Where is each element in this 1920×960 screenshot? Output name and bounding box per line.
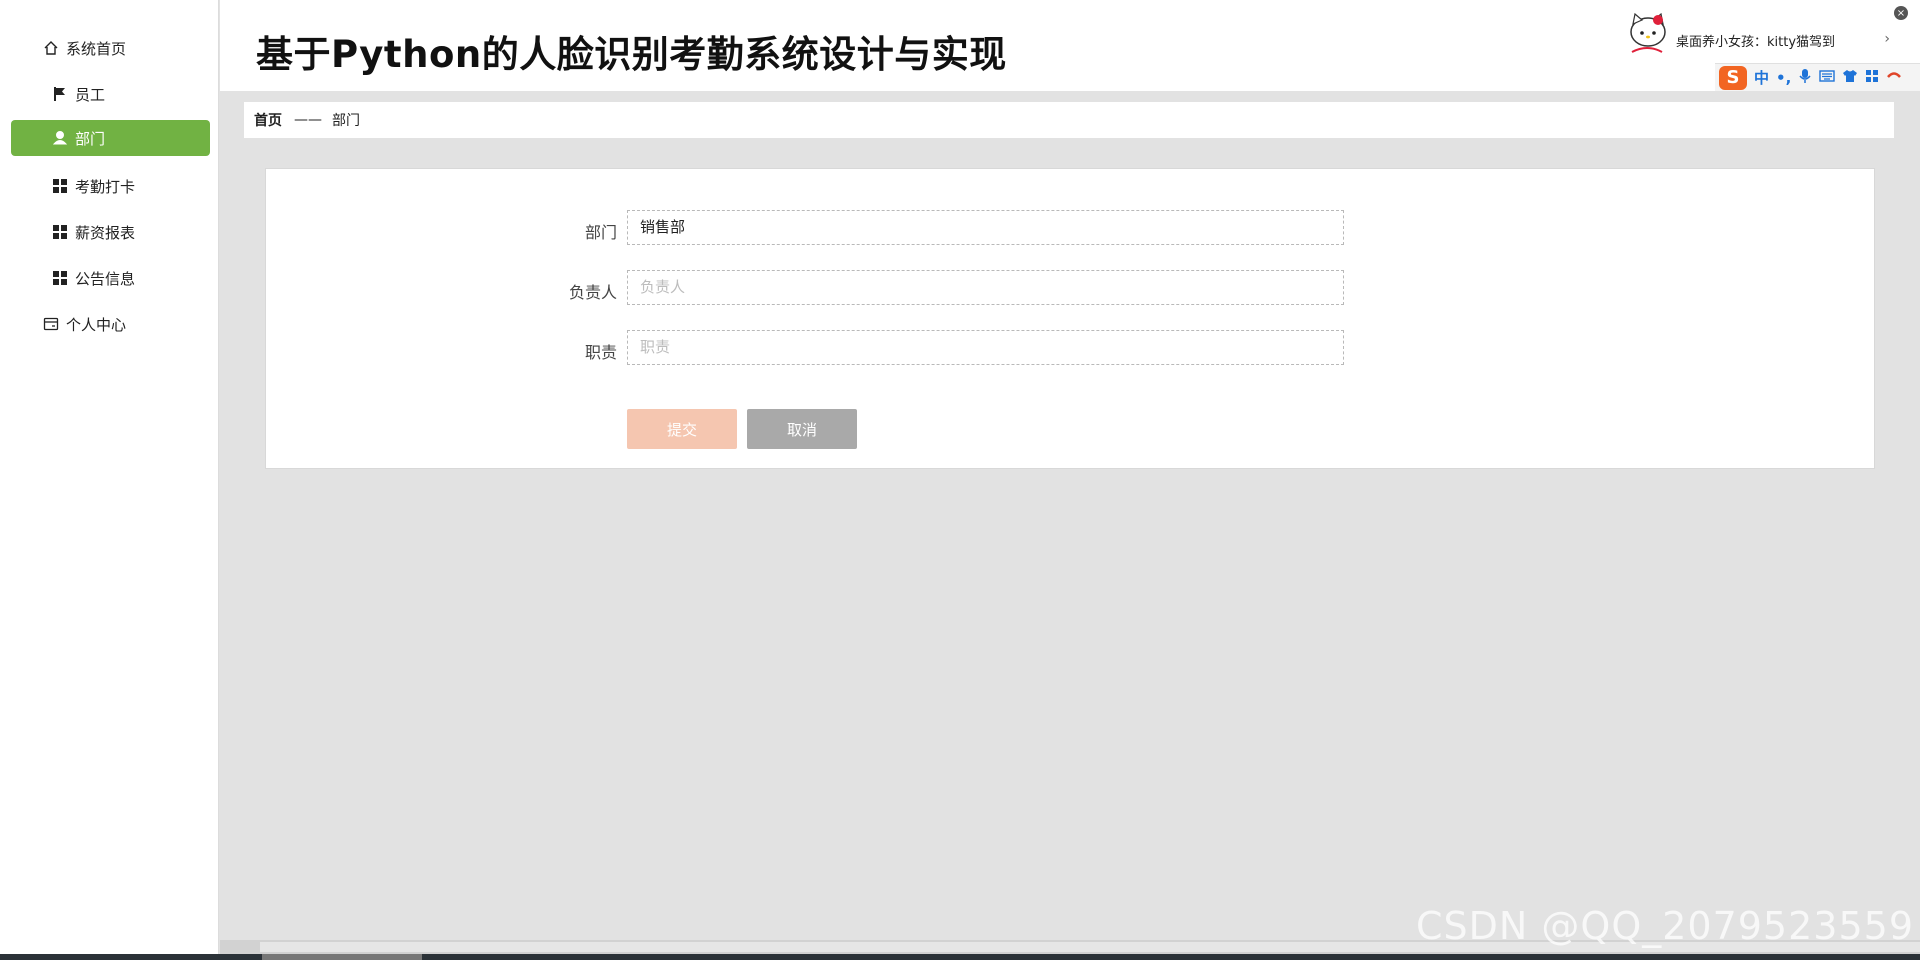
sidebar-item-home[interactable]: 系统首页 bbox=[11, 30, 210, 66]
form-row-duty: 职责 职责 bbox=[266, 330, 1874, 366]
chinese-mode-toggle[interactable]: 中 bbox=[1754, 67, 1769, 88]
grid-icon bbox=[52, 270, 68, 286]
manager-label: 负责人 bbox=[568, 283, 617, 302]
sidebar-item-notices[interactable]: 公告信息 bbox=[11, 260, 210, 296]
form-row-manager: 负责人 负责人 bbox=[266, 270, 1874, 306]
notification-text: 桌面养小女孩：kitty猫驾到 bbox=[1676, 34, 1836, 50]
submit-button[interactable]: 提交 bbox=[627, 409, 737, 449]
sidebar-item-label: 系统首页 bbox=[66, 39, 127, 58]
sogou-logo-icon[interactable]: S bbox=[1719, 65, 1747, 90]
sidebar-item-profile[interactable]: 个人中心 bbox=[11, 306, 210, 342]
sidebar-item-label: 公告信息 bbox=[75, 269, 136, 288]
sidebar-item-salary[interactable]: 薪资报表 bbox=[11, 214, 210, 250]
card-icon bbox=[43, 316, 59, 332]
sidebar-item-attendance[interactable]: 考勤打卡 bbox=[11, 168, 210, 204]
sidebar-item-label: 个人中心 bbox=[66, 315, 127, 334]
desktop-pet-notification[interactable]: 桌面养小女孩：kitty猫驾到 › × bbox=[1622, 6, 1912, 62]
flag-icon bbox=[52, 86, 68, 102]
manager-field[interactable]: 负责人 bbox=[627, 270, 1344, 305]
user-icon bbox=[52, 130, 68, 146]
breadcrumb-home[interactable]: 首页 bbox=[254, 110, 282, 130]
cancel-button[interactable]: 取消 bbox=[747, 409, 857, 449]
more-options-icon[interactable] bbox=[1886, 68, 1902, 87]
sidebar-item-employee[interactable]: 员工 bbox=[11, 76, 210, 112]
toolbox-grid-icon[interactable] bbox=[1865, 68, 1879, 87]
sidebar-item-label: 薪资报表 bbox=[75, 223, 136, 242]
home-icon bbox=[43, 40, 59, 56]
grid-icon bbox=[52, 224, 68, 240]
page-title: 基于Python的人脸识别考勤系统设计与实现 bbox=[256, 33, 1007, 76]
form-row-department: 部门 销售部 bbox=[266, 210, 1874, 246]
chevron-right-icon[interactable]: › bbox=[1884, 31, 1890, 47]
taskbar bbox=[0, 954, 1920, 960]
duty-field[interactable]: 职责 bbox=[627, 330, 1344, 365]
keyboard-icon[interactable] bbox=[1819, 68, 1836, 87]
duty-label: 职责 bbox=[584, 343, 617, 362]
sidebar: 系统首页 员工 部门 考勤打卡 薪资报表 公告信息 个人中心 bbox=[0, 0, 219, 960]
department-label: 部门 bbox=[584, 223, 617, 242]
sidebar-item-department[interactable]: 部门 bbox=[11, 120, 210, 156]
sidebar-item-label: 员工 bbox=[75, 85, 106, 104]
breadcrumb-current: 部门 bbox=[332, 113, 360, 129]
grid-icon bbox=[52, 178, 68, 194]
department-form: 部门 销售部 负责人 负责人 职责 职责 提交 取消 bbox=[265, 168, 1875, 469]
department-field[interactable]: 销售部 bbox=[627, 210, 1344, 245]
taskbar-segment bbox=[262, 954, 422, 960]
breadcrumb-separator: —— bbox=[294, 112, 322, 128]
sidebar-item-label: 部门 bbox=[75, 129, 106, 148]
notification-bubble[interactable]: 桌面养小女孩：kitty猫驾到 › bbox=[1674, 24, 1902, 56]
close-icon[interactable]: × bbox=[1894, 6, 1908, 20]
hello-kitty-icon[interactable] bbox=[1622, 8, 1672, 60]
microphone-icon[interactable] bbox=[1798, 68, 1812, 88]
sidebar-item-label: 考勤打卡 bbox=[75, 177, 136, 196]
skin-shirt-icon[interactable] bbox=[1842, 68, 1858, 87]
punctuation-toggle[interactable]: •, bbox=[1776, 69, 1791, 87]
ime-toolbar: S 中 •, bbox=[1715, 63, 1920, 91]
breadcrumb: 首页 —— 部门 bbox=[244, 102, 1894, 138]
watermark: CSDN @QQ_2079523559 bbox=[1415, 904, 1914, 948]
